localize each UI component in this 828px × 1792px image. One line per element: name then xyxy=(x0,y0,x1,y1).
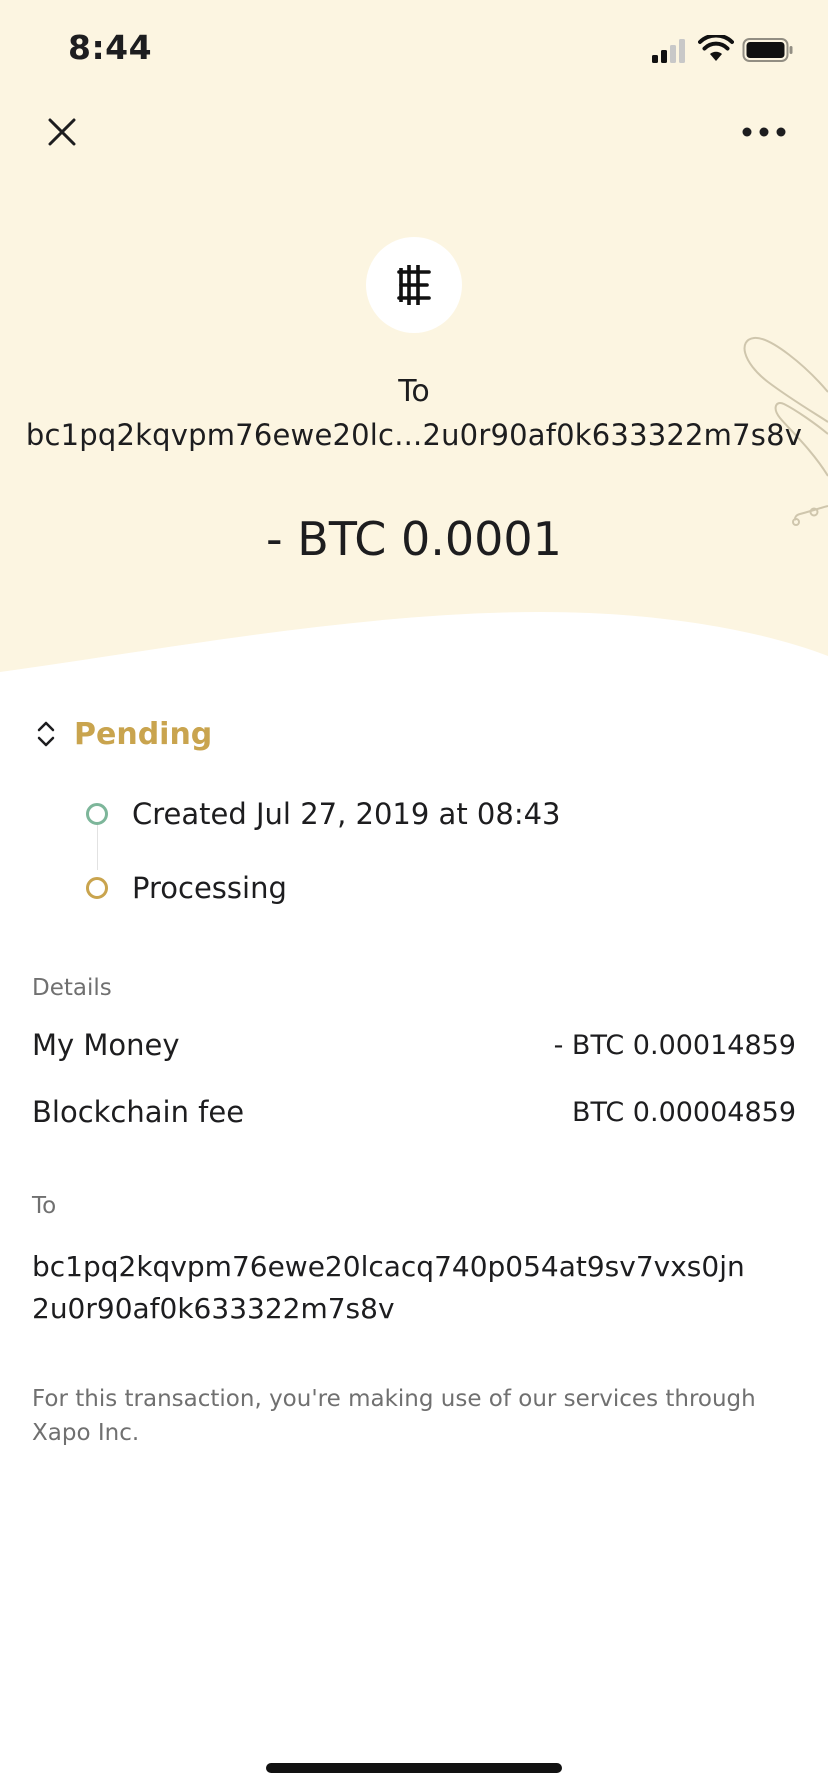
legal-disclaimer: For this transaction, you're making use … xyxy=(32,1386,756,1446)
timeline-dot-current xyxy=(86,877,108,899)
recipient-heading-details: To xyxy=(32,1193,57,1219)
detail-row-blockchain-fee: Blockchain fee BTC 0.00004859 xyxy=(32,1095,796,1129)
header-wave xyxy=(0,612,828,690)
detail-label: Blockchain fee xyxy=(32,1095,245,1129)
timeline-dot-done xyxy=(86,803,108,825)
status-label: Pending xyxy=(74,716,213,752)
status-time: 8:44 xyxy=(68,28,153,67)
timeline-text: Processing xyxy=(132,871,287,905)
detail-value: - BTC 0.00014859 xyxy=(553,1029,796,1061)
cellular-signal-icon xyxy=(652,39,685,63)
close-icon xyxy=(48,118,76,146)
detail-value: BTC 0.00004859 xyxy=(571,1096,796,1128)
coin-avatar xyxy=(366,237,462,333)
timeline-text: Created Jul 27, 2019 at 08:43 xyxy=(132,797,561,831)
details-heading: Details xyxy=(32,975,112,1001)
transaction-header: 8:44 To bc1pq2kqvpm76ewe20lc...2u0r90af0… xyxy=(0,0,828,690)
transaction-amount: - BTC 0.0001 xyxy=(266,512,562,566)
status-toggle[interactable]: Pending xyxy=(36,712,212,756)
status-bar: 8:44 xyxy=(0,0,828,100)
home-indicator xyxy=(266,1763,562,1773)
detail-label: My Money xyxy=(32,1028,180,1062)
battery-icon xyxy=(742,38,793,62)
chevron-up-down-icon xyxy=(37,721,55,747)
recipient-heading: To xyxy=(398,374,430,409)
close-button[interactable] xyxy=(38,108,86,156)
wifi-icon xyxy=(698,35,734,61)
detail-row-my-money: My Money - BTC 0.00014859 xyxy=(32,1028,796,1062)
recipient-address-full[interactable]: bc1pq2kqvpm76ewe20lcacq740p054at9sv7vxs0… xyxy=(32,1246,796,1330)
address-line: bc1pq2kqvpm76ewe20lcacq740p054at9sv7vxs0… xyxy=(32,1250,745,1283)
more-options-button[interactable] xyxy=(736,108,792,156)
timeline-item-created: Created Jul 27, 2019 at 08:43 xyxy=(82,796,561,832)
timeline-item-processing: Processing xyxy=(82,870,287,906)
bitcoin-icon xyxy=(397,265,431,305)
address-line: 2u0r90af0k633322m7s8v xyxy=(32,1292,395,1325)
more-horizontal-icon xyxy=(742,127,786,137)
recipient-address-short: bc1pq2kqvpm76ewe20lc...2u0r90af0k633322m… xyxy=(25,418,803,452)
